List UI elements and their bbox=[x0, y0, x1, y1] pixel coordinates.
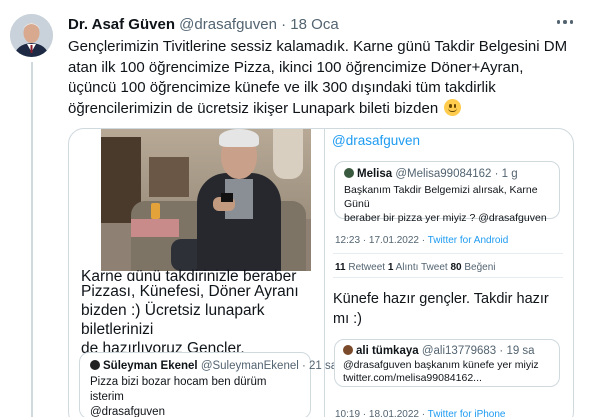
tweet-stats: 11 Retweet 1 Alıntı Tweet 80 Beğeni bbox=[335, 262, 496, 273]
quoted-tweet-suleyman: Süleyman Ekenel @SuleymanEkenel · 21 sa … bbox=[79, 352, 337, 417]
reply-text: Pizzası, Künefesi, Döner Ayranı bizden :… bbox=[81, 282, 321, 358]
author-name[interactable]: Dr. Asaf Güven bbox=[68, 16, 175, 33]
quoted-tweet-melisa: Melisa @Melisa99084162 · 1 g Başkanım Ta… bbox=[334, 161, 560, 224]
reply-text-right: Künefe hazır gençler. Takdir hazır mı :) bbox=[333, 289, 565, 329]
quoted-text-line: Başkanım Takdir Belgemizi alırsak, Karne… bbox=[344, 184, 538, 210]
quoted-text-line: twitter.com/melisa99084162... bbox=[343, 372, 482, 384]
quoted-avatar bbox=[90, 360, 100, 370]
quoted-author-name: Süleyman Ekenel bbox=[103, 360, 198, 372]
stats-divider-bottom bbox=[333, 277, 563, 278]
quoted-text-line: Pizza bizi bozar hocam ben dürüm isterim bbox=[90, 376, 267, 403]
meta-time: 10:19 · 18.01.2022 · bbox=[335, 409, 428, 417]
tweet-header: Dr. Asaf Güven @drasafguven · 18 Oca bbox=[68, 16, 339, 33]
tweet-text: Gençlerimizin Tivitlerine sessiz kalamad… bbox=[68, 37, 578, 119]
quoted-avatar bbox=[343, 345, 353, 355]
tweet-media-image[interactable]: Karne günü takdirinizle beraber Pizzası,… bbox=[68, 128, 574, 417]
smiling-face-emoji-icon bbox=[444, 98, 462, 116]
quoted-time: · 21 sa bbox=[302, 360, 338, 372]
screenshot-handle: @drasafguven bbox=[332, 133, 421, 148]
tweet-meta: 12:23 · 17.01.2022 · Twitter for Android bbox=[335, 235, 508, 246]
tweet-meta-2: 10:19 · 18.01.2022 · Twitter for iPhone bbox=[335, 409, 505, 417]
thread-line bbox=[31, 62, 33, 417]
more-options-icon[interactable] bbox=[554, 14, 576, 30]
quoted-text-line: @drasafguven bbox=[90, 406, 165, 417]
reply-text-line: bizden :) Ücretsiz lunapark biletleriniz… bbox=[81, 302, 265, 338]
quoted-avatar bbox=[344, 168, 354, 178]
meta-time: 12:23 · 17.01.2022 · bbox=[335, 235, 428, 246]
tweet-text-line: Gençlerimizin Tivitlerine sessiz kalamad… bbox=[68, 38, 568, 55]
like-label: Beğeni bbox=[461, 262, 496, 273]
retweet-label: Retweet bbox=[345, 262, 388, 273]
meta-source-link: Twitter for Android bbox=[427, 235, 509, 246]
tweet-text-line: atan ilk 100 öğrencimize Pizza, ikinci 1… bbox=[68, 58, 524, 76]
person-photo bbox=[101, 129, 311, 271]
quoted-author-handle: @ali13779683 bbox=[421, 345, 497, 357]
quoted-tweet-ali: ali tümkaya @ali13779683 · 19 sa @drasaf… bbox=[334, 339, 560, 387]
quoted-text-line: @drasafguven başkanım künefe yer miyiz bbox=[343, 359, 539, 371]
separator-dot: · bbox=[281, 16, 287, 33]
meta-source-link: Twitter for iPhone bbox=[427, 409, 506, 417]
like-count: 80 bbox=[450, 262, 462, 273]
reply-text-line: mı :) bbox=[333, 311, 362, 327]
quoted-author-handle: @SuleymanEkenel bbox=[200, 360, 299, 372]
author-handle[interactable]: @drasafguven bbox=[179, 16, 277, 33]
quoted-time: · 1 g bbox=[494, 168, 518, 180]
quoted-author-name: Melisa bbox=[357, 168, 393, 180]
retweet-count: 11 bbox=[335, 262, 346, 273]
tweet-text-line: üçüncü 100 öğrencimize künefe ve ilk 300… bbox=[68, 79, 496, 96]
quoted-text-line: beraber bir pizza yer miyiz ? @drasafguv… bbox=[344, 212, 547, 224]
quote-label: Alıntı Tweet bbox=[393, 262, 451, 273]
tweet-text-line: öğrencilerimizin de ücretsiz ikişer Luna… bbox=[68, 98, 578, 120]
quoted-author-handle: @Melisa99084162 bbox=[395, 168, 492, 180]
quoted-author-name: ali tümkaya bbox=[356, 345, 419, 357]
tweet-date[interactable]: 18 Oca bbox=[290, 16, 338, 33]
reply-text-line: Pizzası, Künefesi, Döner Ayranı bbox=[81, 283, 299, 300]
author-avatar[interactable] bbox=[10, 14, 53, 57]
reply-text-line: Künefe hazır gençler. Takdir hazır bbox=[333, 291, 549, 307]
media-divider bbox=[324, 129, 325, 417]
stats-divider-top bbox=[333, 253, 563, 254]
reply-text-cut-line: Karne günü takdirinizle beraber bbox=[81, 268, 297, 281]
quoted-time: · 19 sa bbox=[499, 345, 535, 357]
